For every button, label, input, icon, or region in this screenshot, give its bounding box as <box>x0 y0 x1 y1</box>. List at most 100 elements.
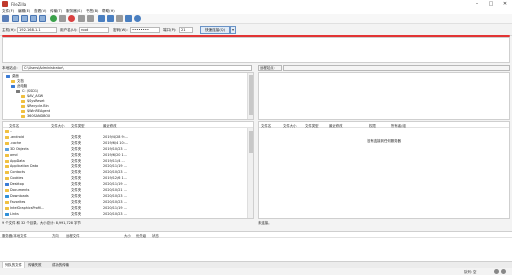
local-status: 9 个文件 和 32 个目录。大小总计: 8,991,728 字节 <box>2 220 254 226</box>
local-file-list[interactable]: 文件名 文件大小 文件类型 最近修改 .. .android 文件夹 2019/4/2… <box>2 121 254 219</box>
folder-icon <box>16 89 20 93</box>
local-tree-label: $Recycle.Bin <box>27 104 49 108</box>
local-file-row[interactable]: Application Data 文件夹 2020/11/19 ... <box>3 164 253 169</box>
disconnect-icon[interactable] <box>78 15 85 22</box>
transfer-indicator-icon <box>494 269 499 274</box>
toggle-queue-icon[interactable] <box>39 15 46 22</box>
remote-col-permissions[interactable]: 权限 <box>369 123 376 128</box>
local-tree-scroll-thumb[interactable] <box>249 75 253 115</box>
binoculars-icon[interactable] <box>134 15 141 22</box>
toggle-log-icon[interactable] <box>12 15 19 22</box>
local-file-name: amd <box>10 152 18 157</box>
filezilla-window: FileZilla – □ ✕ 文件(F) 编辑(E) 查看(V) 传输(T) … <box>0 0 512 275</box>
toggle-local-tree-icon[interactable] <box>21 15 28 22</box>
quickconnect-dropdown-button[interactable]: ▾ <box>230 26 236 34</box>
transfer-queue[interactable]: 服务器/本地文件 方向 远程文件 大小 优先级 状态 <box>0 231 512 261</box>
folder-icon <box>5 206 9 210</box>
local-file-modified: 2020/10/23 ... <box>103 193 127 198</box>
filter-icon[interactable] <box>98 15 105 22</box>
username-input[interactable]: root <box>79 27 109 33</box>
local-tree-panel[interactable]: 桌面 文档 此电脑 C: (SSD1) $AV_ASW $SysReset $Recycle… <box>2 72 254 120</box>
local-file-modified: 2020/11/19 ... <box>103 182 127 187</box>
host-label: 主机(H): <box>2 28 16 32</box>
remote-col-filesize[interactable]: 文件大小 <box>283 123 297 128</box>
refresh-icon[interactable] <box>50 15 57 22</box>
remote-col-owner[interactable]: 所有者/组 <box>391 123 406 128</box>
local-file-type: 文件夹 <box>71 170 82 175</box>
search-icon[interactable] <box>125 15 132 22</box>
local-file-row[interactable]: Links 文件夹 2020/10/23 ... <box>3 212 253 217</box>
local-file-row[interactable]: IntelGraphicsProfil... 文件夹 2020/11/19 ... <box>3 206 253 211</box>
site-manager-icon[interactable] <box>2 15 9 22</box>
host-input[interactable]: 192.168.1.1 <box>17 27 57 33</box>
user-label: 用户名(U): <box>60 28 78 32</box>
local-file-row[interactable]: Cookies 文件夹 2019/12/6 1... <box>3 176 253 181</box>
queue-col-direction[interactable]: 方向 <box>52 233 59 238</box>
remote-tree-panel[interactable] <box>258 72 510 120</box>
local-file-type: 文件夹 <box>71 158 82 163</box>
local-file-type: 文件夹 <box>71 211 82 216</box>
col-filename[interactable]: 文件名 <box>9 123 19 128</box>
local-tree-scrollbar[interactable] <box>247 73 253 119</box>
folder-icon <box>5 171 9 175</box>
local-file-row[interactable]: Contacts 文件夹 2020/10/23 ... <box>3 170 253 175</box>
local-file-name: Application Data <box>10 164 39 169</box>
local-file-row[interactable]: Favorites 文件夹 2020/10/23 ... <box>3 200 253 205</box>
close-button[interactable]: ✕ <box>498 0 512 8</box>
local-file-modified: 2020/10/23 ... <box>103 170 127 175</box>
local-file-row[interactable]: amd 文件夹 2019/6/20 1... <box>3 153 253 158</box>
local-file-modified: 2019/11/4 ... <box>103 158 125 163</box>
remote-status: 未连接。 <box>258 220 510 226</box>
folder-icon <box>11 79 15 83</box>
compare-icon[interactable] <box>107 15 114 22</box>
queue-col-server[interactable]: 服务器/本地文件 <box>2 233 27 238</box>
remote-col-filetype[interactable]: 文件类型 <box>305 123 319 128</box>
local-file-row[interactable]: Desktop 文件夹 2020/11/19 ... <box>3 182 253 187</box>
port-label: 端口(P): <box>163 28 177 32</box>
local-tree-item[interactable]: 360SANDBOX <box>21 114 50 119</box>
queue-col-remote[interactable]: 远程文件 <box>66 233 80 238</box>
folder-icon <box>5 135 9 139</box>
local-file-type: 文件夹 <box>71 134 82 139</box>
remote-file-list[interactable]: 文件名 文件大小 文件类型 最近修改 权限 所有者/组 没有连接到任何服务器 <box>258 121 510 219</box>
local-file-row[interactable]: .android 文件夹 2019/4/28 9:... <box>3 135 253 140</box>
local-file-row[interactable]: AppData 文件夹 2019/11/4 ... <box>3 159 253 164</box>
local-file-row[interactable]: 3D Objects 文件夹 2019/10/23 ... <box>3 147 253 152</box>
local-path-input[interactable]: C:\Users\Administrator\ <box>22 65 252 71</box>
cancel-icon[interactable] <box>68 15 75 22</box>
col-modified[interactable]: 最近修改 <box>103 123 117 128</box>
col-filetype[interactable]: 文件类型 <box>71 123 85 128</box>
password-input[interactable]: •••••••• <box>130 27 160 33</box>
remote-col-modified[interactable]: 最近修改 <box>329 123 343 128</box>
local-file-modified: 2019/12/6 1... <box>103 176 127 181</box>
remote-col-filename[interactable]: 文件名 <box>261 123 271 128</box>
reconnect-icon[interactable] <box>87 15 94 22</box>
local-file-type: 文件夹 <box>71 199 82 204</box>
queue-tabs: 列队的文件 传输失败 成功的传输 <box>0 261 512 269</box>
folder-icon <box>5 147 9 151</box>
local-file-row[interactable]: Downloads 文件夹 2020/10/23 ... <box>3 194 253 199</box>
queue-col-priority[interactable]: 优先级 <box>136 233 146 238</box>
queue-col-status[interactable]: 状态 <box>152 233 159 238</box>
message-log[interactable] <box>2 37 510 63</box>
minimize-button[interactable]: – <box>470 0 484 8</box>
local-file-row[interactable]: Documents 文件夹 2020/10/21 ... <box>3 188 253 193</box>
process-queue-icon[interactable] <box>59 15 66 22</box>
local-file-name: Documents <box>10 188 30 192</box>
folder-icon <box>5 194 9 198</box>
port-input[interactable]: 21 <box>179 27 193 33</box>
local-file-type: 文件夹 <box>71 164 82 169</box>
local-file-row[interactable]: .. <box>3 129 253 134</box>
quickconnect-button[interactable]: 快速连接(Q) <box>200 26 230 34</box>
sync-browse-icon[interactable] <box>116 15 123 22</box>
queue-col-size[interactable]: 大小 <box>124 233 131 238</box>
not-connected-message: 没有连接到任何服务器 <box>367 139 401 143</box>
local-file-modified: 2019/10/23 ... <box>103 146 127 151</box>
local-file-row[interactable]: .cache 文件夹 2019/6/4 10:... <box>3 141 253 146</box>
maximize-button[interactable]: □ <box>484 0 498 8</box>
remote-path-input[interactable] <box>283 65 510 71</box>
col-filesize[interactable]: 文件大小 <box>51 123 65 128</box>
toggle-remote-tree-icon[interactable] <box>30 15 37 22</box>
local-file-type: 文件夹 <box>71 188 82 192</box>
local-site-label: 本地站点: <box>2 66 18 70</box>
